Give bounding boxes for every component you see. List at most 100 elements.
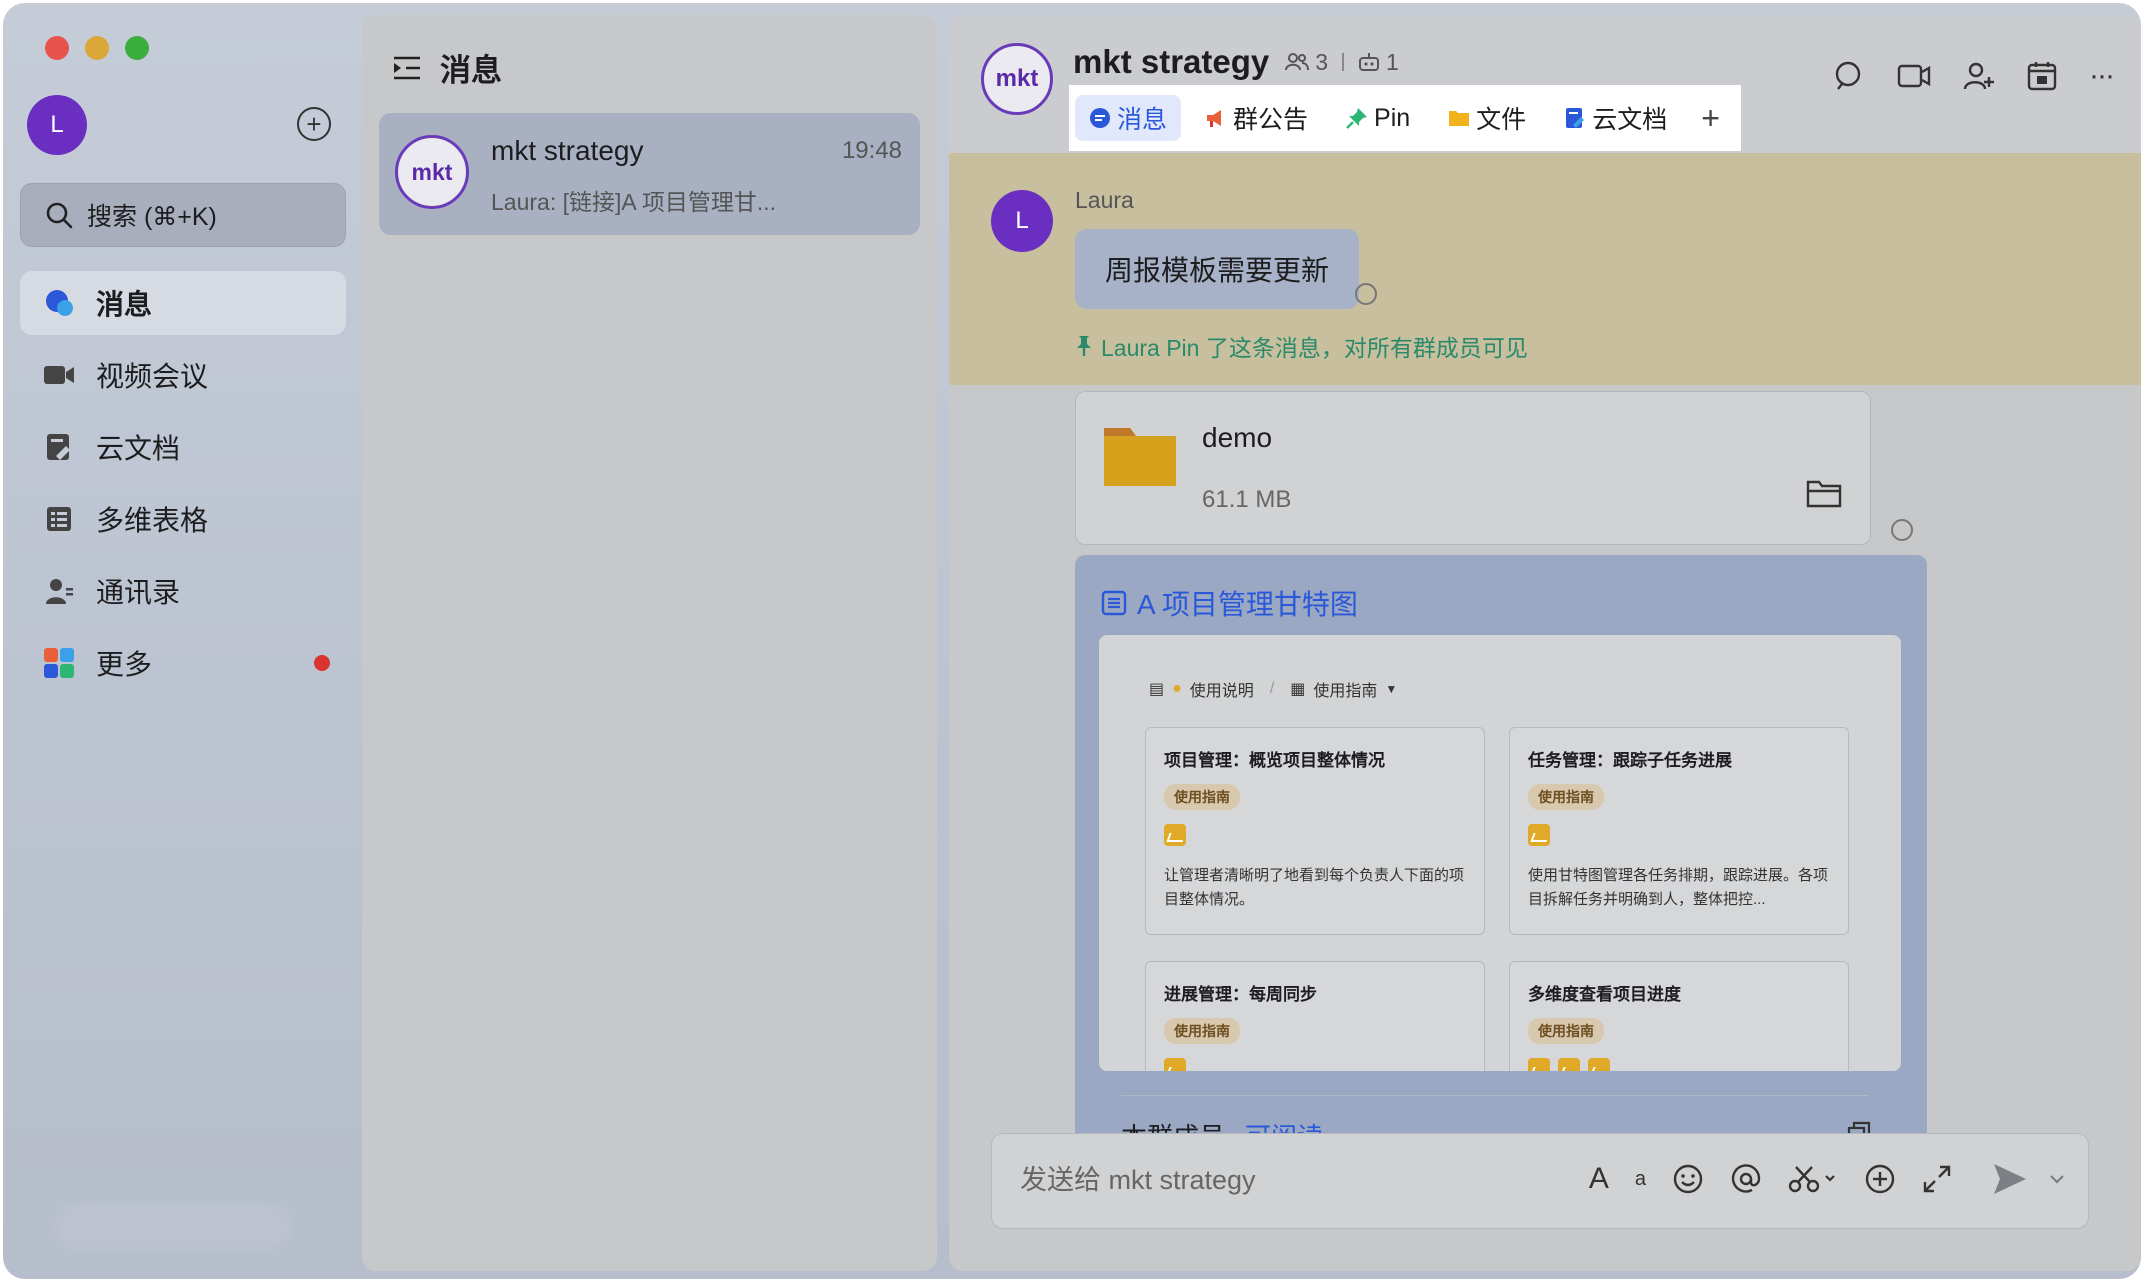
chat-bubble-icon — [42, 286, 76, 320]
message-composer: Aa — [991, 1133, 2089, 1229]
sender-avatar[interactable]: L — [991, 190, 1053, 252]
sidebar-item-docs[interactable]: 云文档 — [20, 415, 346, 479]
bot-icon — [1359, 53, 1380, 71]
scissors-icon[interactable] — [1788, 1164, 1838, 1194]
sidebar-item-label: 云文档 — [96, 433, 181, 464]
preview-card-title: 任务管理：跟踪子任务进展 — [1528, 751, 1732, 770]
zoom-window-button[interactable] — [125, 36, 149, 60]
message-bubble[interactable]: 周报模板需要更新 — [1075, 229, 1360, 309]
megaphone-icon — [1205, 107, 1227, 129]
sender-name: Laura — [1075, 187, 1134, 213]
member-count[interactable]: 3 1 — [1285, 49, 1399, 76]
doc-icon — [42, 430, 76, 464]
tab-label: 云文档 — [1592, 106, 1668, 134]
sidebar-footer-blur — [53, 1203, 293, 1251]
table-icon — [42, 502, 76, 536]
conversation-preview: Laura: [链接]A 项目管理甘... — [491, 189, 777, 215]
chat-title[interactable]: mkt strategy — [1073, 43, 1269, 81]
sidebar-item-label: 更多 — [96, 649, 153, 680]
user-avatar[interactable]: L — [27, 95, 87, 155]
video-call-icon[interactable] — [1897, 62, 1931, 90]
sidebar-item-messages[interactable]: 消息 — [20, 271, 346, 335]
read-status-icon — [1355, 283, 1377, 305]
group-avatar: mkt — [395, 135, 469, 209]
preview-card-title: 项目管理：概览项目整体情况 — [1164, 751, 1385, 770]
sidebar-item-label: 通讯录 — [96, 577, 181, 608]
sidebar-item-contacts[interactable]: 通讯录 — [20, 559, 346, 623]
tab-announcement[interactable]: 群公告 — [1191, 95, 1322, 141]
card-divider — [1121, 1095, 1869, 1096]
doc-title: A 项目管理甘特图 — [1137, 589, 1358, 620]
list-title: 消息 — [440, 53, 502, 88]
add-tab-button[interactable]: + — [1701, 100, 1720, 137]
collapse-list-icon[interactable] — [392, 55, 422, 81]
message-text: 周报模板需要更新 — [1105, 255, 1330, 286]
tab-label: 消息 — [1117, 106, 1168, 134]
add-button[interactable]: + — [297, 107, 331, 141]
folder-icon — [1104, 428, 1176, 486]
emoji-icon[interactable] — [1672, 1163, 1704, 1195]
sidebar-item-more[interactable]: 更多 — [20, 631, 346, 695]
file-message[interactable]: demo 61.1 MB — [1075, 391, 1871, 545]
tab-label: 群公告 — [1233, 106, 1309, 134]
sidebar-item-video-meeting[interactable]: 视频会议 — [20, 343, 346, 407]
app-window: L + 搜索 (⌘+K) 消息 视频会议 云文档 多维表格 通讯录 更多 消息 … — [3, 3, 2141, 1279]
mention-icon[interactable] — [1730, 1163, 1762, 1195]
breadcrumb-item: 使用说明 — [1189, 683, 1254, 700]
doc-link-card[interactable]: A 项目管理甘特图 ▤ ● 使用说明 / ▦ 使用指南 ▼ 项目管理：概览项目整… — [1075, 555, 1927, 1155]
add-member-icon[interactable] — [1963, 61, 1995, 91]
send-icon[interactable] — [1992, 1162, 2028, 1196]
preview-card-title: 进展管理：每周同步 — [1164, 985, 1317, 1004]
image-icon — [1164, 824, 1186, 846]
page-icon: ▤ — [1149, 681, 1165, 698]
doc-preview[interactable]: ▤ ● 使用说明 / ▦ 使用指南 ▼ 项目管理：概览项目整体情况 使用指南 让… — [1099, 635, 1901, 1071]
conversation-item[interactable]: mkt mkt strategy 19:48 Laura: [链接]A 项目管理… — [379, 113, 920, 235]
more-icon[interactable]: ··· — [2089, 59, 2115, 93]
doc-title-row[interactable]: A 项目管理甘特图 — [1101, 583, 1358, 623]
image-icon — [1164, 1058, 1186, 1071]
preview-card: 任务管理：跟踪子任务进展 使用指南 使用甘特图管理各任务排期，跟踪进展。各项目拆… — [1509, 727, 1849, 935]
preview-card-tag: 使用指南 — [1164, 1018, 1240, 1044]
preview-card-title: 多维度查看项目进度 — [1528, 985, 1681, 1004]
preview-card-images — [1528, 824, 1558, 846]
file-size: 61.1 MB — [1202, 486, 1292, 513]
composer-toolbar: Aa — [1563, 1162, 2066, 1196]
tab-pin[interactable]: Pin — [1332, 95, 1424, 141]
image-icon — [1588, 1058, 1610, 1071]
tab-messages[interactable]: 消息 — [1075, 95, 1182, 141]
add-attachment-icon[interactable] — [1864, 1163, 1896, 1195]
contacts-icon — [42, 574, 76, 608]
video-camera-icon — [42, 358, 76, 392]
chevron-down-icon: ▼ — [1385, 682, 1398, 696]
close-window-button[interactable] — [45, 36, 69, 60]
preview-card-tag: 使用指南 — [1528, 784, 1604, 810]
tab-docs[interactable]: 云文档 — [1550, 95, 1681, 141]
minimize-window-button[interactable] — [85, 36, 109, 60]
bulb-icon: ● — [1172, 680, 1182, 697]
open-folder-icon[interactable] — [1806, 478, 1842, 508]
list-header: 消息 — [392, 45, 502, 90]
unread-dot — [314, 655, 330, 671]
pin-icon — [1077, 336, 1091, 356]
search-label: 搜索 (⌘+K) — [87, 203, 217, 231]
message-input[interactable] — [1018, 1164, 1582, 1197]
tab-label: 文件 — [1476, 106, 1527, 134]
tab-files[interactable]: 文件 — [1434, 95, 1540, 141]
group-avatar[interactable]: mkt — [981, 43, 1053, 115]
sidebar-item-label: 多维表格 — [96, 505, 209, 536]
preview-card: 多维度查看项目进度 使用指南 — [1509, 961, 1849, 1071]
header-actions: ··· — [1801, 59, 2115, 93]
image-icon — [1528, 824, 1550, 846]
image-icon — [1558, 1058, 1580, 1071]
calendar-icon[interactable] — [2027, 61, 2057, 91]
sheet-doc-icon — [1101, 590, 1127, 616]
expand-icon[interactable] — [1922, 1164, 1952, 1194]
search-chat-icon[interactable] — [1833, 60, 1865, 92]
sidebar-item-base[interactable]: 多维表格 — [20, 487, 346, 551]
search-box[interactable]: 搜索 (⌘+K) — [20, 183, 346, 247]
members-icon — [1285, 53, 1310, 71]
preview-card-desc: 让管理者清晰明了地看到每个负责人下面的项目整体情况。 — [1164, 867, 1465, 908]
send-options-chevron-icon[interactable] — [2048, 1172, 2066, 1186]
text-format-icon[interactable]: Aa — [1589, 1162, 1646, 1196]
chat-bubble-icon — [1089, 107, 1111, 129]
